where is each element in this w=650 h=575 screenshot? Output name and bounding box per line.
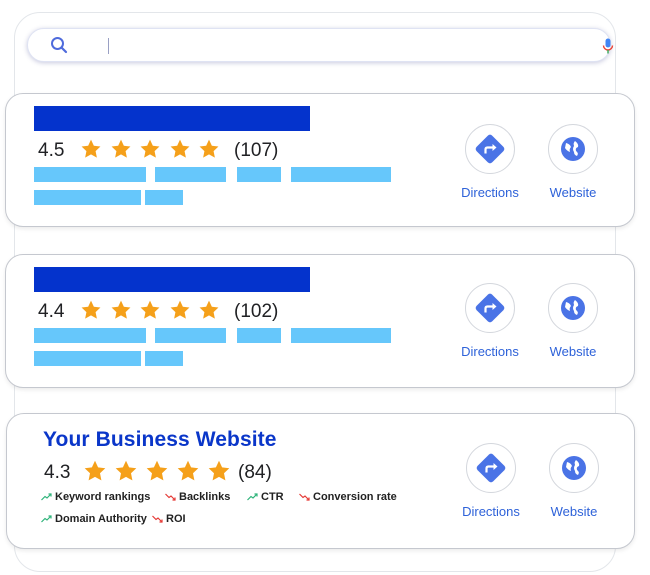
star-icon [145,459,176,483]
detail-placeholder [155,328,226,343]
globe-icon [562,456,586,480]
star-icon [80,138,110,160]
metric-ctr: CTR [247,491,284,503]
star-icon [110,138,140,160]
detail-placeholder [291,328,391,343]
listing-title-placeholder [34,267,310,292]
search-input[interactable] [80,35,550,55]
rating-value: 4.4 [38,301,65,322]
trend-down-arrow-icon [152,515,163,523]
business-card[interactable]: Your Business Website 4.3 (84) Keyword r… [6,413,635,549]
website-button[interactable]: Website [533,283,613,359]
rating-value: 4.3 [44,462,71,483]
detail-placeholder [145,190,183,205]
listing-title-placeholder [34,106,310,131]
star-icon [114,459,145,483]
business-title[interactable]: Your Business Website [43,428,277,452]
review-count: (107) [234,140,279,161]
magnifier-icon [51,37,68,54]
globe-icon [561,137,585,161]
star-icon [169,138,199,160]
metric-label: Backlinks [179,491,231,503]
metric-label: CTR [261,491,284,503]
metric-domain-authority: Domain Authority [41,513,147,525]
website-button[interactable]: Website [533,124,613,200]
star-rating [83,459,238,483]
directions-button[interactable]: Directions [451,443,531,519]
review-count: (102) [234,301,279,322]
star-rating [80,138,228,160]
text-caret [108,38,109,54]
detail-placeholder [34,328,146,343]
metric-label: Conversion rate [313,491,397,503]
detail-placeholder [155,167,226,182]
directions-icon [475,134,505,164]
star-icon [139,138,169,160]
metric-label: Domain Authority [55,513,147,525]
detail-placeholder [237,167,281,182]
trend-down-arrow-icon [299,493,310,501]
star-icon [169,299,199,321]
detail-placeholder [291,167,391,182]
website-label: Website [549,344,597,359]
metric-backlinks: Backlinks [165,491,230,503]
detail-placeholder [34,190,141,205]
metric-label: Keyword rankings [55,491,151,503]
star-rating [80,299,228,321]
metric-label: ROI [166,513,186,525]
website-label: Website [550,504,598,519]
star-icon [207,459,238,483]
listing-card-2[interactable]: 4.4 (102) Directions Website [5,254,635,388]
search-bar[interactable] [27,28,614,62]
directions-label: Directions [461,344,519,359]
detail-placeholder [34,167,146,182]
trend-up-arrow-icon [41,493,52,501]
website-label: Website [549,185,597,200]
directions-label: Directions [461,185,519,200]
metric-keyword-rankings: Keyword rankings [41,491,150,503]
globe-icon [561,296,585,320]
detail-placeholder [145,351,183,366]
detail-placeholder [237,328,281,343]
trend-down-arrow-icon [165,493,176,501]
trend-up-arrow-icon [247,493,258,501]
directions-label: Directions [462,504,520,519]
directions-icon [475,293,505,323]
listing-card-1[interactable]: 4.5 (107) Directions Website [5,93,635,227]
star-icon [198,138,228,160]
microphone-icon[interactable] [602,38,614,54]
star-icon [198,299,228,321]
star-icon [110,299,140,321]
directions-button[interactable]: Directions [450,283,530,359]
metric-conversion-rate: Conversion rate [299,491,397,503]
star-icon [176,459,207,483]
star-icon [139,299,169,321]
rating-value: 4.5 [38,140,65,161]
detail-placeholder [34,351,141,366]
directions-button[interactable]: Directions [450,124,530,200]
trend-up-arrow-icon [41,515,52,523]
review-count: (84) [238,462,272,483]
website-button[interactable]: Website [534,443,614,519]
star-icon [83,459,114,483]
metric-roi: ROI [152,513,186,525]
directions-icon [476,453,506,483]
star-icon [80,299,110,321]
